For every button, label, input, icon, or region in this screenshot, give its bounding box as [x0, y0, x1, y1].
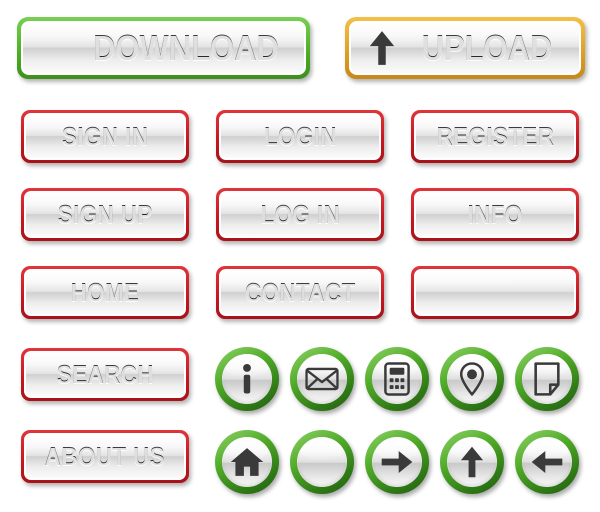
- button-face: [297, 437, 347, 487]
- button-label: INFO: [467, 199, 523, 229]
- button-label: REGISTER: [436, 121, 554, 151]
- map-pin-icon: [455, 362, 489, 396]
- button-register[interactable]: REGISTER: [411, 110, 579, 163]
- button-search[interactable]: SEARCH: [21, 348, 189, 401]
- circle-button-arrow-down[interactable]: [290, 430, 354, 494]
- button-face: SIGN UP: [24, 191, 186, 238]
- circle-button-arrow-left[interactable]: [515, 430, 579, 494]
- button-face: ABOUT US: [24, 433, 186, 480]
- button-face: [447, 354, 497, 404]
- button-set-canvas: DOWNLOAD UPLOAD SIGN IN LOGIN REGISTER SIGN U…: [0, 0, 600, 512]
- circle-button-calculator[interactable]: [365, 347, 429, 411]
- button-login[interactable]: LOGIN: [216, 110, 384, 163]
- button-label: SIGN UP: [57, 199, 153, 229]
- circle-button-info[interactable]: [215, 347, 279, 411]
- info-icon: [230, 362, 264, 396]
- circle-button-arrow-right[interactable]: [365, 430, 429, 494]
- hero-button-upload[interactable]: UPLOAD: [345, 17, 585, 79]
- button-label: ABOUT US: [44, 441, 166, 471]
- button-label: LOGIN: [263, 121, 337, 151]
- button-label: HOME: [70, 277, 140, 307]
- button-sign-in[interactable]: SIGN IN: [21, 110, 189, 163]
- arrow-right-icon: [380, 445, 414, 479]
- circle-button-envelope[interactable]: [290, 347, 354, 411]
- button-about-us[interactable]: ABOUT US: [21, 430, 189, 483]
- arrow-up-icon: [367, 29, 397, 67]
- home-icon: [230, 445, 264, 479]
- button-face: DOWNLOAD: [21, 21, 306, 75]
- button-blank[interactable]: [411, 266, 579, 319]
- button-face: REGISTER: [414, 113, 576, 160]
- button-face: UPLOAD: [349, 21, 581, 75]
- circle-button-home[interactable]: [215, 430, 279, 494]
- button-face: [447, 437, 497, 487]
- arrow-down-icon: [305, 445, 339, 479]
- button-sign-up[interactable]: SIGN UP: [21, 188, 189, 241]
- button-label: SIGN IN: [61, 121, 149, 151]
- button-face: [522, 354, 572, 404]
- button-face: [222, 437, 272, 487]
- circle-button-arrow-up[interactable]: [440, 430, 504, 494]
- arrow-left-icon: [530, 445, 564, 479]
- button-face: SIGN IN: [24, 113, 186, 160]
- button-label: LOG IN: [260, 199, 340, 229]
- button-face: [372, 437, 422, 487]
- button-label: DOWNLOAD: [92, 27, 279, 68]
- arrow-down-icon: [34, 29, 64, 67]
- calculator-icon: [380, 362, 414, 396]
- button-face: [372, 354, 422, 404]
- button-face: SEARCH: [24, 351, 186, 398]
- button-face: LOG IN: [219, 191, 381, 238]
- button-log-in[interactable]: LOG IN: [216, 188, 384, 241]
- button-label: UPLOAD: [421, 27, 553, 68]
- hero-button-download[interactable]: DOWNLOAD: [17, 17, 310, 79]
- button-info[interactable]: INFO: [411, 188, 579, 241]
- note-page-icon: [530, 362, 564, 396]
- arrow-up-icon: [455, 445, 489, 479]
- button-face: [297, 354, 347, 404]
- circle-button-map-pin[interactable]: [440, 347, 504, 411]
- button-face: CONTACT: [219, 269, 381, 316]
- button-face: INFO: [414, 191, 576, 238]
- button-face: [222, 354, 272, 404]
- button-face: LOGIN: [219, 113, 381, 160]
- circle-button-note-page[interactable]: [515, 347, 579, 411]
- button-face: [414, 269, 576, 316]
- button-face: HOME: [24, 269, 186, 316]
- button-label: SEARCH: [56, 359, 154, 389]
- button-face: [522, 437, 572, 487]
- button-label: CONTACT: [244, 277, 356, 307]
- envelope-icon: [305, 362, 339, 396]
- button-home[interactable]: HOME: [21, 266, 189, 319]
- button-contact[interactable]: CONTACT: [216, 266, 384, 319]
